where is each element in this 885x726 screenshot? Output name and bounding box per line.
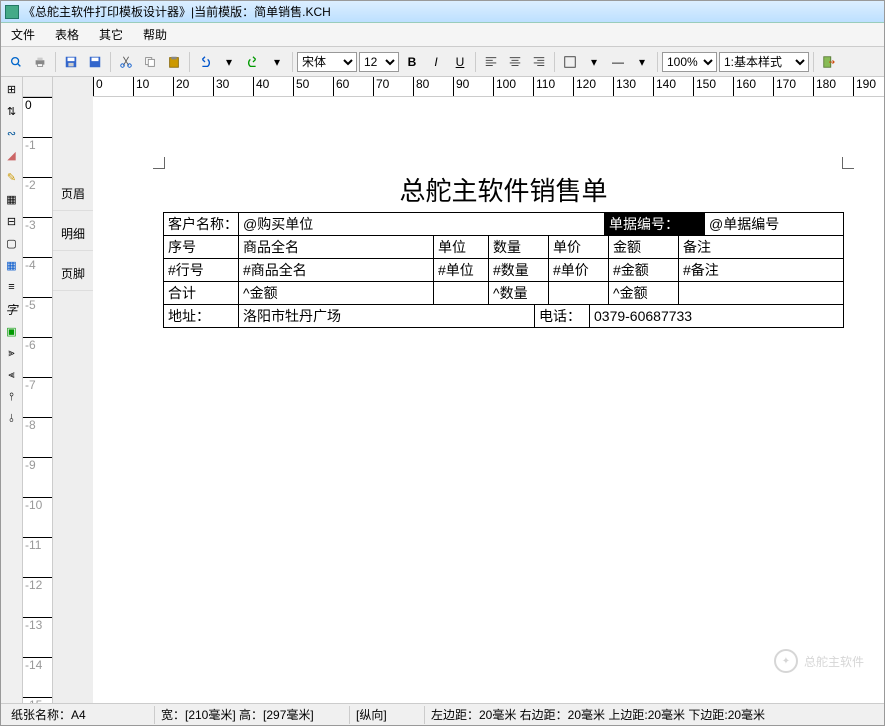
det-note[interactable]: #备注 [678, 259, 844, 281]
tool-merge-v-icon[interactable]: ⫯ [2, 387, 22, 407]
app-icon [5, 5, 19, 19]
statusbar: 纸张名称：A4 宽：[210毫米] 高：[297毫米] [纵向] 左边距：20毫… [1, 703, 884, 725]
menu-file[interactable]: 文件 [7, 24, 39, 45]
tool-split-v-icon[interactable]: ⫰ [2, 409, 22, 429]
status-size: 宽：[210毫米] 高：[297毫米] [155, 706, 350, 724]
tool-table-icon[interactable]: ▦ [2, 255, 22, 275]
hdr-amount[interactable]: 金额 [608, 236, 678, 258]
tool-pencil-icon[interactable]: ✎ [2, 167, 22, 187]
sum-qty[interactable]: ^数量 [488, 282, 548, 304]
cell-billno[interactable]: @单据编号 [704, 213, 844, 235]
template-body[interactable]: 总舵主软件销售单 客户名称： @购买单位 单据编号： @单据编号 序号 商品全名… [163, 167, 844, 328]
save-icon[interactable] [60, 51, 82, 73]
det-unit[interactable]: #单位 [433, 259, 488, 281]
hdr-qty[interactable]: 数量 [488, 236, 548, 258]
hdr-name[interactable]: 商品全名 [238, 236, 433, 258]
fontsize-select[interactable]: 12 [359, 52, 399, 72]
menu-help[interactable]: 帮助 [139, 24, 171, 45]
det-price[interactable]: #单价 [548, 259, 608, 281]
tool-image-icon[interactable]: ▣ [2, 321, 22, 341]
copy-icon[interactable] [139, 51, 161, 73]
ruler-vertical: 0-1-2-3-4-5-6-7-8-9-10-11-12-13-14-15 [23, 97, 52, 703]
hdr-note[interactable]: 备注 [678, 236, 844, 258]
det-amount[interactable]: #金额 [608, 259, 678, 281]
design-canvas[interactable]: 总舵主软件销售单 客户名称： @购买单位 单据编号： @单据编号 序号 商品全名… [93, 97, 884, 703]
font-select[interactable]: 宋体 [297, 52, 357, 72]
sum-empty1[interactable] [433, 282, 488, 304]
tool-text-icon[interactable]: 字 [2, 299, 22, 319]
exit-icon[interactable] [818, 51, 840, 73]
addr-value[interactable]: 洛阳市牡丹广场 [238, 305, 534, 327]
border-dropdown-icon[interactable]: ▾ [583, 51, 605, 73]
tool-eraser-icon[interactable]: ◢ [2, 145, 22, 165]
addr-label[interactable]: 地址： [163, 305, 238, 327]
align-right-icon[interactable] [528, 51, 550, 73]
undo-icon[interactable] [194, 51, 216, 73]
italic-icon[interactable]: I [425, 51, 447, 73]
section-footer[interactable]: 页脚 [53, 257, 93, 291]
tool-grid2-icon[interactable]: ⊟ [2, 211, 22, 231]
cell-buyer[interactable]: @购买单位 [238, 213, 604, 235]
align-left-icon[interactable] [480, 51, 502, 73]
window-title: 《总舵主软件打印模板设计器》|当前模版：简单销售.KCH [23, 3, 331, 20]
open-icon[interactable] [84, 51, 106, 73]
tool-rows-icon[interactable]: ≡ [2, 277, 22, 297]
watermark: ✦ 总舵主软件 [774, 649, 864, 673]
det-seq[interactable]: #行号 [163, 259, 238, 281]
template-title[interactable]: 总舵主软件销售单 [163, 167, 844, 212]
preview-icon[interactable] [5, 51, 27, 73]
watermark-icon: ✦ [774, 649, 798, 673]
tool-grid1-icon[interactable]: ▦ [2, 189, 22, 209]
section-labels: 页眉 明细 页脚 [53, 77, 93, 703]
hdr-price[interactable]: 单价 [548, 236, 608, 258]
tool-cell-icon[interactable]: ▢ [2, 233, 22, 253]
tool-link-icon[interactable]: ∾ [2, 123, 22, 143]
line-dropdown-icon[interactable]: ▾ [631, 51, 653, 73]
redo-icon[interactable] [242, 51, 264, 73]
det-name[interactable]: #商品全名 [238, 259, 433, 281]
tool-merge-h-icon[interactable]: ⫸ [2, 343, 22, 363]
cell-customer-label[interactable]: 客户名称： [163, 213, 238, 235]
titlebar: 《总舵主软件打印模板设计器》|当前模版：简单销售.KCH [1, 1, 884, 23]
menu-other[interactable]: 其它 [95, 24, 127, 45]
det-qty[interactable]: #数量 [488, 259, 548, 281]
style-select[interactable]: 1:基本样式 [719, 52, 809, 72]
status-margins: 左边距：20毫米 右边距：20毫米 上边距:20毫米 下边距:20毫米 [425, 706, 880, 724]
sum-amount1[interactable]: ^金额 [238, 282, 433, 304]
hdr-seq[interactable]: 序号 [163, 236, 238, 258]
bold-icon[interactable]: B [401, 51, 423, 73]
status-paper: 纸张名称：A4 [5, 706, 155, 724]
section-header[interactable]: 页眉 [53, 177, 93, 211]
section-detail[interactable]: 明细 [53, 217, 93, 251]
border-icon[interactable] [559, 51, 581, 73]
sum-empty2[interactable] [548, 282, 608, 304]
tool-split-h-icon[interactable]: ⫷ [2, 365, 22, 385]
ruler-corner [23, 77, 53, 97]
paste-icon[interactable] [163, 51, 185, 73]
sum-amount2[interactable]: ^金额 [608, 282, 678, 304]
tel-label[interactable]: 电话： [534, 305, 589, 327]
tool-columns-icon[interactable]: ⊞ [2, 79, 22, 99]
toolbar: ▾ ▾ 宋体 12 B I U ▾ — ▾ 100% 1:基本样式 [1, 47, 884, 77]
redo-dropdown-icon[interactable]: ▾ [266, 51, 288, 73]
ruler-horizontal: 0102030405060708090100110120130140150160… [93, 77, 884, 97]
print-icon[interactable] [29, 51, 51, 73]
menu-table[interactable]: 表格 [51, 24, 83, 45]
undo-dropdown-icon[interactable]: ▾ [218, 51, 240, 73]
underline-icon[interactable]: U [449, 51, 471, 73]
cell-billno-label[interactable]: 单据编号： [604, 213, 704, 235]
left-toolbox: ⊞ ⇅ ∾ ◢ ✎ ▦ ⊟ ▢ ▦ ≡ 字 ▣ ⫸ ⫷ ⫯ ⫰ [1, 77, 23, 703]
align-center-icon[interactable] [504, 51, 526, 73]
tel-value[interactable]: 0379-60687733 [589, 305, 844, 327]
hdr-unit[interactable]: 单位 [433, 236, 488, 258]
sum-empty3[interactable] [678, 282, 844, 304]
line-style-icon[interactable]: — [607, 51, 629, 73]
zoom-select[interactable]: 100% [662, 52, 717, 72]
status-orient: [纵向] [350, 706, 425, 724]
tool-sort-icon[interactable]: ⇅ [2, 101, 22, 121]
cut-icon[interactable] [115, 51, 137, 73]
sum-label[interactable]: 合计 [163, 282, 238, 304]
menubar: 文件 表格 其它 帮助 [1, 23, 884, 47]
